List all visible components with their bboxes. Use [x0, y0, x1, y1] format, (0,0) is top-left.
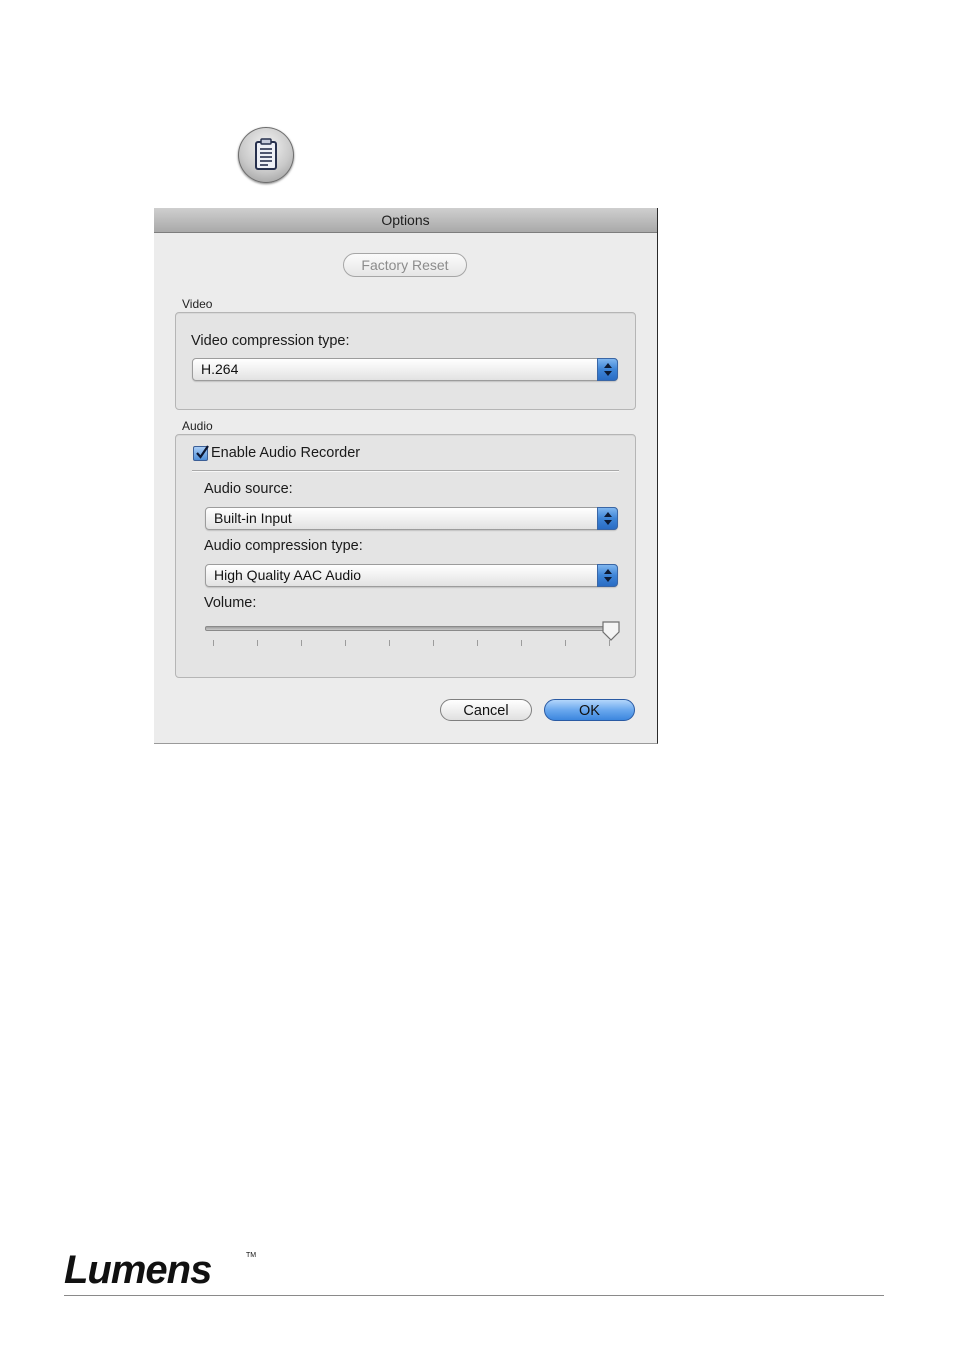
volume-tick — [301, 640, 302, 646]
enable-audio-label: Enable Audio Recorder — [211, 445, 361, 461]
audio-compression-label: Audio compression type: — [204, 538, 363, 554]
options-icon[interactable] — [238, 127, 294, 183]
ok-button[interactable]: OK — [544, 699, 635, 721]
up-down-arrows-icon — [597, 564, 618, 587]
cancel-button[interactable]: Cancel — [440, 699, 532, 721]
audio-group-label: Audio — [182, 419, 213, 433]
volume-slider-track[interactable] — [205, 626, 613, 631]
checkmark-icon — [196, 445, 209, 459]
audio-compression-select[interactable]: High Quality AAC Audio — [205, 564, 618, 587]
audio-source-label: Audio source: — [204, 481, 293, 497]
footer-rule — [64, 1295, 884, 1296]
audio-source-select[interactable]: Built-in Input — [205, 507, 618, 530]
svg-text:Lumens: Lumens — [64, 1248, 211, 1291]
video-compression-select[interactable]: H.264 — [192, 358, 618, 381]
lumens-logo: Lumens TM — [62, 1247, 262, 1292]
volume-label: Volume: — [204, 595, 257, 611]
audio-compression-value: High Quality AAC Audio — [214, 567, 362, 583]
up-down-arrows-icon — [597, 358, 618, 381]
volume-tick — [477, 640, 478, 646]
clipboard-checklist-icon — [255, 138, 277, 170]
audio-group-box: Enable Audio Recorder Audio source: Buil… — [175, 434, 636, 678]
up-down-arrows-icon — [597, 507, 618, 530]
volume-tick — [345, 640, 346, 646]
video-compression-label: Video compression type: — [191, 333, 350, 349]
video-group-box: Video compression type: H.264 — [175, 312, 636, 410]
factory-reset-button[interactable]: Factory Reset — [343, 253, 467, 277]
volume-tick — [213, 640, 214, 646]
volume-tick — [609, 640, 610, 646]
volume-tick — [521, 640, 522, 646]
video-compression-value: H.264 — [201, 361, 239, 377]
volume-slider-knob[interactable] — [601, 620, 621, 642]
svg-text:TM: TM — [246, 1252, 256, 1259]
enable-audio-checkbox[interactable] — [193, 445, 209, 461]
volume-tick — [389, 640, 390, 646]
volume-tick — [257, 640, 258, 646]
volume-tick — [565, 640, 566, 646]
options-dialog: Options Factory Reset Video Video compre… — [154, 208, 658, 744]
video-group-label: Video — [182, 297, 213, 311]
volume-slider-fill — [206, 627, 612, 630]
volume-tick — [433, 640, 434, 646]
audio-separator — [192, 470, 619, 472]
dialog-title: Options — [154, 208, 657, 233]
audio-source-value: Built-in Input — [214, 510, 292, 526]
